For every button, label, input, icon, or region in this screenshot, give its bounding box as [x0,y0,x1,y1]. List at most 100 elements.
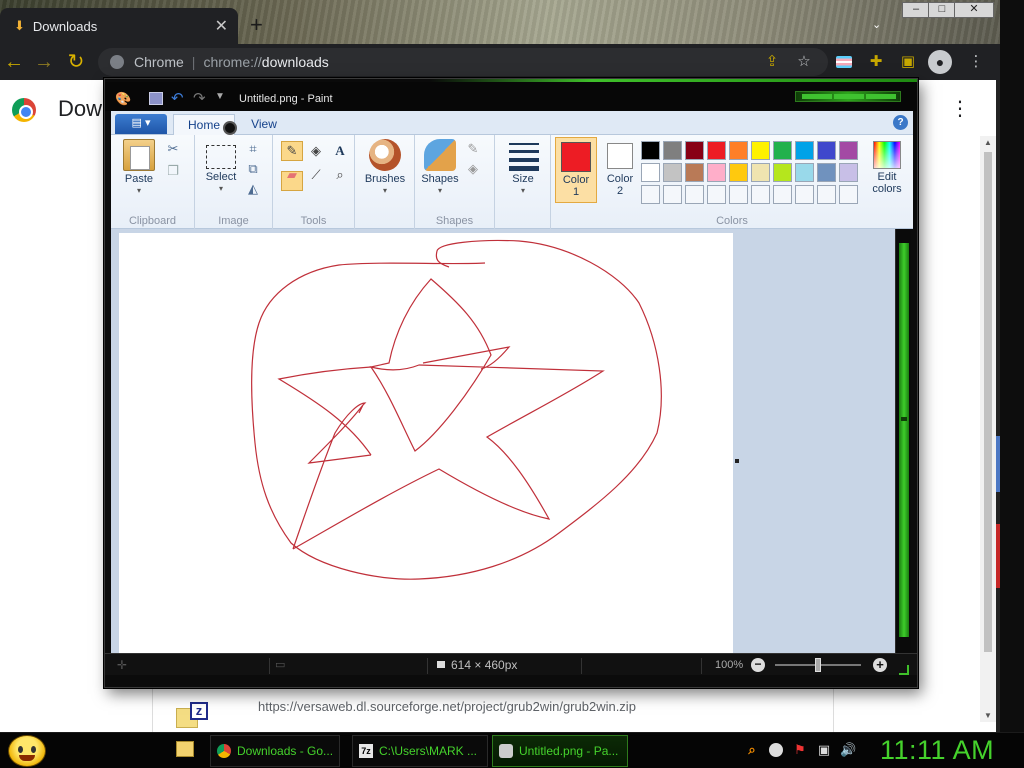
taskbar-clock[interactable]: 11:11 AM [880,735,994,766]
select-button[interactable]: Select ▾ [201,139,241,193]
close-window-button[interactable]: ✕ [954,2,994,18]
side-panel-icon[interactable]: ▣ [898,52,918,72]
zoom-in-button[interactable]: + [873,658,887,672]
address-bar[interactable]: Chrome | chrome://downloads [98,48,828,76]
palette-empty-swatch[interactable] [663,185,682,204]
scroll-up-icon[interactable]: ▲ [984,138,992,147]
share-icon[interactable]: ⇪ [762,52,782,72]
text-icon[interactable]: A [329,141,351,161]
palette-swatch[interactable] [707,163,726,182]
palette-swatch[interactable] [663,141,682,160]
scrollbar-thumb[interactable] [984,152,992,652]
tray-volume-icon[interactable]: 🔊 [840,742,856,758]
palette-empty-swatch[interactable] [817,185,836,204]
back-button[interactable]: ← [2,50,26,74]
reload-button[interactable]: ↻ [64,50,88,74]
brushes-button[interactable]: Brushes ▾ [363,139,407,195]
palette-swatch[interactable] [685,141,704,160]
palette-swatch[interactable] [795,141,814,160]
palette-empty-swatch[interactable] [729,185,748,204]
taskbar-button-7zip[interactable]: 7z C:\Users\MARK ... [352,735,488,767]
palette-swatch[interactable] [839,163,858,182]
palette-swatch[interactable] [641,141,660,160]
palette-swatch[interactable] [751,141,770,160]
color1-button[interactable]: Color 1 [555,137,597,203]
palette-empty-swatch[interactable] [641,185,660,204]
palette-empty-swatch[interactable] [795,185,814,204]
palette-swatch[interactable] [817,163,836,182]
tab-view[interactable]: View [239,114,289,134]
palette-swatch[interactable] [773,141,792,160]
paint-maximize-button[interactable] [834,94,864,99]
window-resize-grip[interactable] [899,665,909,675]
extension-flag-icon[interactable] [834,52,854,72]
palette-empty-swatch[interactable] [707,185,726,204]
paint-scrollbar-thumb[interactable] [899,243,909,637]
forward-button[interactable]: → [32,50,56,74]
color-picker-icon[interactable]: ⟋ [305,165,327,185]
redo-icon[interactable]: ↷ [193,89,206,107]
pencil-icon[interactable]: ✎ [281,141,303,161]
download-url-link[interactable]: https://versaweb.dl.sourceforge.net/proj… [258,699,636,714]
rotate-icon[interactable]: ◭ [245,181,261,197]
fill-icon[interactable]: ◈ [305,141,327,161]
taskbar-button-chrome[interactable]: Downloads - Go... [210,735,340,767]
tray-network-icon[interactable]: ▣ [816,742,832,758]
palette-swatch[interactable] [773,163,792,182]
zoom-out-button[interactable]: − [751,658,765,672]
outline-icon[interactable]: ✎ [465,141,481,157]
chevron-down-icon[interactable]: ⌄ [872,18,881,31]
maximize-button[interactable]: □ [928,2,956,18]
shapes-button[interactable]: Shapes ▾ [419,139,461,195]
palette-empty-swatch[interactable] [685,185,704,204]
copy-icon[interactable]: ❐ [165,163,181,179]
size-button[interactable]: Size ▾ [501,139,545,195]
tray-flag-icon[interactable]: ⚑ [792,742,808,758]
help-icon[interactable]: ? [893,115,908,130]
palette-swatch[interactable] [795,163,814,182]
edit-colors-button[interactable]: Edit colors [865,137,909,203]
chrome-menu-icon[interactable]: ⋮ [966,52,986,72]
bookmark-star-icon[interactable]: ☆ [794,52,814,72]
paint-vertical-scrollbar[interactable] [895,229,911,653]
drawing-canvas[interactable] [119,233,733,653]
palette-swatch[interactable] [707,141,726,160]
save-icon[interactable] [149,92,163,105]
quick-access-dropdown-icon[interactable]: ▼ [215,91,225,102]
tab-downloads[interactable]: ⬇ Downloads ✕ [0,8,238,44]
paint-close-button[interactable] [866,94,896,99]
paste-button[interactable]: Paste ▾ [119,139,159,195]
palette-swatch[interactable] [729,141,748,160]
extensions-puzzle-icon[interactable]: ✚ [866,52,886,72]
palette-swatch[interactable] [839,141,858,160]
palette-empty-swatch[interactable] [839,185,858,204]
palette-swatch[interactable] [663,163,682,182]
start-button[interactable] [8,735,46,767]
minimize-button[interactable]: – [902,2,930,18]
palette-empty-swatch[interactable] [773,185,792,204]
eraser-icon[interactable]: ▰ [281,165,303,185]
canvas-resize-handle[interactable] [735,459,739,463]
undo-icon[interactable]: ↶ [171,89,184,107]
file-explorer-icon[interactable] [176,741,194,757]
palette-swatch[interactable] [729,163,748,182]
cut-icon[interactable]: ✂ [165,141,181,157]
magnifier-icon[interactable]: ⌕ [329,165,351,185]
file-menu-button[interactable]: ▤ ▾ [115,114,167,134]
resize-icon[interactable]: ⧉ [245,161,261,177]
paint-window-controls[interactable] [795,91,901,102]
crop-icon[interactable]: ⌗ [245,141,261,157]
palette-swatch[interactable] [685,163,704,182]
profile-avatar-icon[interactable]: ● [928,50,952,74]
color2-button[interactable]: Color 2 [599,137,641,203]
downloads-menu-icon[interactable]: ⋮ [950,96,970,121]
chrome-scrollbar[interactable]: ▲ ▼ [980,136,996,722]
paint-minimize-button[interactable] [802,94,832,99]
taskbar-button-paint[interactable]: Untitled.png - Pa... [492,735,628,767]
tray-search-icon[interactable]: ⌕ [744,742,760,758]
scroll-down-icon[interactable]: ▼ [984,711,992,720]
palette-swatch[interactable] [751,163,770,182]
palette-swatch[interactable] [641,163,660,182]
paint-app-icon[interactable]: 🎨 [115,91,131,106]
shape-fill-icon[interactable]: ◈ [465,161,481,177]
